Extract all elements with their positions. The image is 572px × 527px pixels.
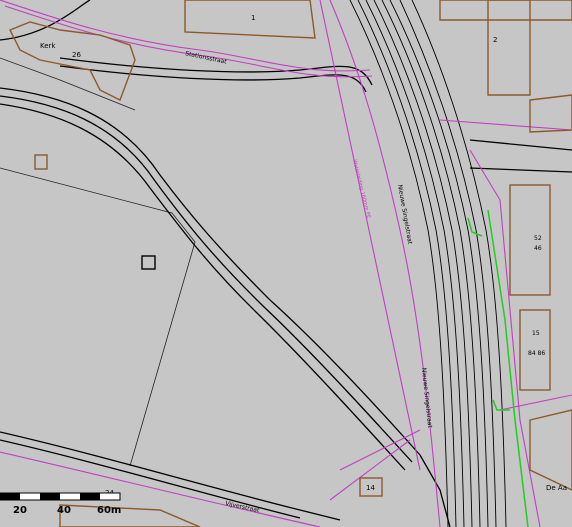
scale-tick-60m: 60m [97,505,121,516]
scale-tick-20: 20 [13,505,27,516]
label-2: 2 [493,36,497,44]
label-1: 1 [251,14,255,22]
label-kerk: Kerk [40,42,56,50]
label-46: 46 [534,245,542,252]
map-canvas: Kerk 26 1 2 24 14 Stationsstraat Nieuwe … [0,0,572,527]
scale-bar: 20 40 60m [0,492,121,516]
map-view[interactable]: Kerk 26 1 2 24 14 Stationsstraat Nieuwe … [0,0,572,527]
label-15: 15 [532,330,540,337]
scale-tick-40: 40 [57,505,71,516]
label-52: 52 [534,235,542,242]
label-14: 14 [366,484,375,492]
label-84-86: 84 86 [528,350,545,357]
label-26: 26 [72,51,81,59]
label-de-aa: De Aa [546,484,567,492]
